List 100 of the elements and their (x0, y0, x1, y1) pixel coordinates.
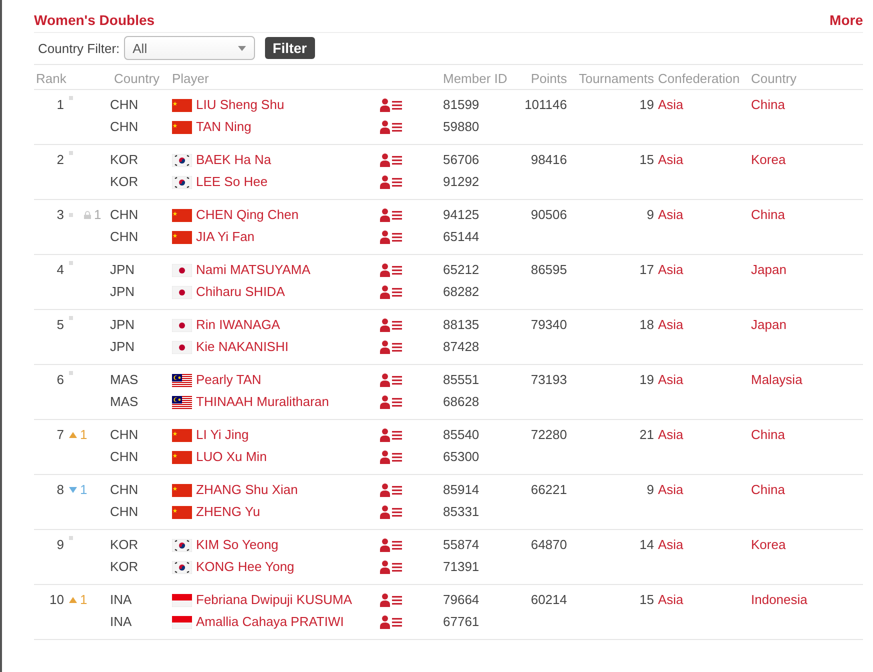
country-link[interactable]: China (751, 206, 863, 224)
country-code: CHN (110, 448, 140, 466)
player-link[interactable]: KONG Hee Yong (196, 558, 294, 576)
member-id: 85914 (443, 481, 480, 499)
country-link[interactable]: China (751, 96, 863, 114)
rank-change: 1 (80, 481, 88, 499)
player-link[interactable]: LUO Xu Min (196, 448, 267, 466)
country-code: KOR (110, 558, 140, 576)
points-value: 73193 (530, 371, 567, 389)
confederation-link[interactable]: Asia (654, 96, 751, 114)
points-value: 72280 (530, 426, 567, 444)
flag-icon (172, 560, 192, 574)
tournaments-count: 9 (646, 481, 654, 499)
flag-icon (172, 616, 192, 628)
rank-number: 2 (56, 151, 64, 169)
confederation-link[interactable]: Asia (654, 316, 751, 334)
profile-icon[interactable] (380, 395, 402, 409)
player-link[interactable]: TAN Ning (196, 118, 252, 136)
flag-icon (172, 594, 192, 606)
profile-icon[interactable] (380, 450, 402, 464)
player-link[interactable]: LI Yi Jing (196, 426, 249, 444)
profile-icon[interactable] (380, 428, 402, 442)
country-link[interactable]: Malaysia (751, 371, 863, 389)
profile-icon[interactable] (380, 98, 402, 112)
country-dropdown[interactable]: All (124, 36, 255, 60)
flag-icon (172, 374, 192, 386)
player-link[interactable]: Rin IWANAGA (196, 316, 280, 334)
column-header: Rank (36, 71, 68, 86)
lock-icon (84, 211, 91, 219)
country-link[interactable]: China (751, 481, 863, 499)
column-header: Points (530, 71, 567, 86)
profile-icon[interactable] (380, 153, 402, 167)
more-link[interactable]: More (830, 12, 863, 28)
player-link[interactable]: Nami MATSUYAMA (196, 261, 310, 279)
player-link[interactable]: CHEN Qing Chen (196, 206, 299, 224)
player-link[interactable]: KIM So Yeong (196, 536, 278, 554)
player-link[interactable]: JIA Yi Fan (196, 228, 255, 246)
rank-number: 1 (56, 96, 64, 114)
profile-icon[interactable] (380, 483, 402, 497)
profile-icon[interactable] (380, 120, 402, 134)
tournaments-count: 9 (646, 206, 654, 224)
confederation-link[interactable]: Asia (654, 536, 751, 554)
country-code: CHN (110, 481, 140, 499)
tournaments-count: 19 (638, 96, 654, 114)
confederation-link[interactable]: Asia (654, 481, 751, 499)
rank-change: 1 (80, 426, 88, 444)
player-link[interactable]: THINAAH Muralitharan (196, 393, 329, 411)
confederation-link[interactable]: Asia (654, 261, 751, 279)
player-link[interactable]: Pearly TAN (196, 371, 262, 389)
country-link[interactable]: Indonesia (751, 591, 863, 609)
country-link[interactable]: Korea (751, 151, 863, 169)
confederation-link[interactable]: Asia (654, 206, 751, 224)
country-code: CHN (110, 228, 140, 246)
profile-icon[interactable] (380, 505, 402, 519)
tournaments-count: 14 (638, 536, 654, 554)
flag-icon (172, 176, 192, 188)
member-id: 68628 (443, 393, 480, 411)
confederation-link[interactable]: Asia (654, 151, 751, 169)
confederation-link[interactable]: Asia (654, 426, 751, 444)
country-code: MAS (110, 393, 140, 411)
member-id: 65212 (443, 261, 480, 279)
player-link[interactable]: Amallia Cahaya PRATIWI (196, 613, 344, 631)
confederation-link[interactable]: Asia (654, 591, 751, 609)
profile-icon[interactable] (380, 340, 402, 354)
country-link[interactable]: Japan (751, 261, 863, 279)
profile-icon[interactable] (380, 263, 402, 277)
flag-icon (172, 154, 192, 166)
flag-icon (172, 264, 192, 276)
player-link[interactable]: ZHENG Yu (196, 503, 260, 521)
player-link[interactable]: Kie NAKANISHI (196, 338, 288, 356)
player-link[interactable]: BAEK Ha Na (196, 151, 272, 169)
country-link[interactable]: China (751, 426, 863, 444)
profile-icon[interactable] (380, 593, 402, 607)
flag-icon (172, 208, 192, 222)
tournaments-count: 15 (638, 591, 654, 609)
player-link[interactable]: Chiharu SHIDA (196, 283, 285, 301)
profile-icon[interactable] (380, 560, 402, 574)
tournaments-count: 15 (638, 151, 654, 169)
country-code: CHN (110, 206, 140, 224)
rank-change: 1 (80, 591, 88, 609)
confederation-link[interactable]: Asia (654, 371, 751, 389)
profile-icon[interactable] (380, 538, 402, 552)
tournaments-count: 18 (638, 316, 654, 334)
profile-icon[interactable] (380, 318, 402, 332)
profile-icon[interactable] (380, 285, 402, 299)
country-link[interactable]: Korea (751, 536, 863, 554)
profile-icon[interactable] (380, 230, 402, 244)
flag-icon (172, 340, 192, 354)
profile-icon[interactable] (380, 373, 402, 387)
filter-button[interactable]: Filter (264, 37, 315, 59)
profile-icon[interactable] (380, 615, 402, 629)
flag-icon (172, 450, 192, 464)
profile-icon[interactable] (380, 208, 402, 222)
player-link[interactable]: LIU Sheng Shu (196, 96, 284, 114)
player-link[interactable]: Febriana Dwipuji KUSUMA (196, 591, 352, 609)
player-link[interactable]: LEE So Hee (196, 173, 268, 191)
player-link[interactable]: ZHANG Shu Xian (196, 481, 298, 499)
profile-icon[interactable] (380, 175, 402, 189)
country-link[interactable]: Japan (751, 316, 863, 334)
flag-icon (172, 120, 192, 134)
